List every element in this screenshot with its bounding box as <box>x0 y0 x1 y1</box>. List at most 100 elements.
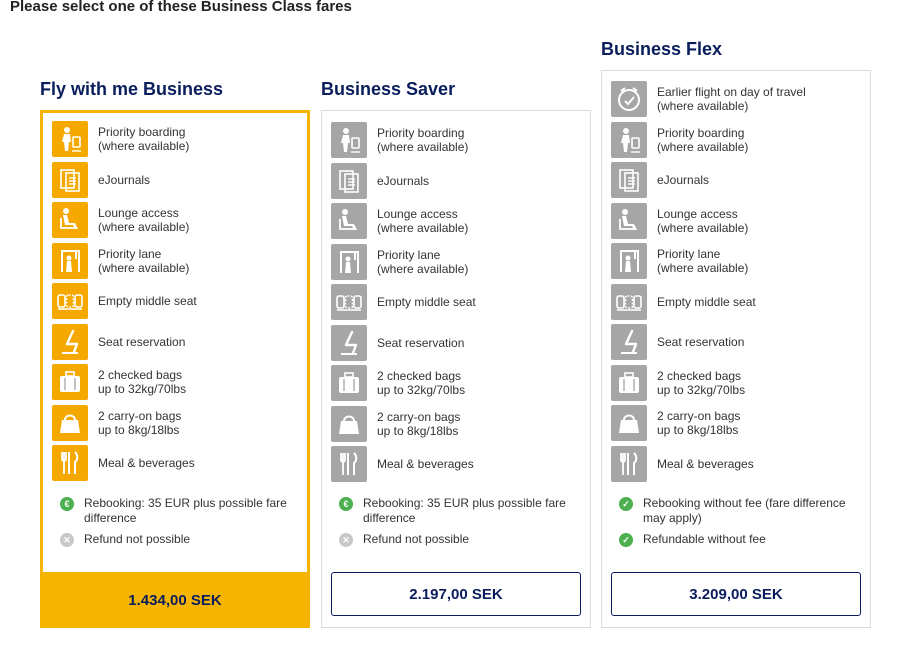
feature-label-line1: Empty middle seat <box>377 295 476 309</box>
feature-label: Seat reservation <box>657 335 744 349</box>
feature-label-line2: (where available) <box>377 221 469 235</box>
price-button-selected[interactable]: 1.434,00 SEK <box>40 572 310 628</box>
cross-icon: ✕ <box>339 533 353 547</box>
feature-label-line1: Meal & beverages <box>657 456 754 471</box>
feature-item: Meal & beverages <box>331 445 591 483</box>
empty-middle-seat-icon <box>611 283 647 320</box>
feature-item: eJournals <box>611 161 871 199</box>
empty-middle-seat-icon <box>331 284 367 320</box>
feature-label-line2: up to 32kg/70lbs <box>657 382 746 397</box>
carry-on-bags-icon <box>52 404 88 441</box>
fare-box[interactable]: Priority boarding (where available) eJourn… <box>40 110 310 572</box>
feature-item: 2 carry-on bags up to 8kg/18lbs <box>52 404 312 442</box>
check-icon: ✓ <box>619 497 633 511</box>
feature-label: Priority lane (where available) <box>377 248 468 276</box>
checked-bags-icon <box>52 364 88 400</box>
condition-item: € Rebooking: 35 EUR plus possible fare di… <box>339 496 589 526</box>
feature-label-line2: (where available) <box>657 261 749 275</box>
feature-label: 2 checked bags up to 32kg/70lbs <box>377 369 465 397</box>
feature-label-line1: Lounge access <box>657 206 738 221</box>
feature-label-line1: Seat reservation <box>98 334 186 349</box>
check-icon: ✓ <box>619 533 633 547</box>
feature-label: 2 carry-on bags up to 8kg/18lbs <box>657 409 740 437</box>
fare-box[interactable]: Priority boarding (where available) eJourn… <box>321 110 591 628</box>
priority-boarding-icon <box>611 121 647 158</box>
feature-label: eJournals <box>377 174 429 188</box>
feature-item: eJournals <box>52 161 312 199</box>
feature-label-line1: Priority lane <box>98 246 162 261</box>
priority-boarding-icon <box>52 121 88 157</box>
lounge-access-icon <box>331 203 367 239</box>
feature-label-line1: Meal & beverages <box>98 456 195 470</box>
feature-label-line2: up to 8kg/18lbs <box>98 422 180 437</box>
feature-label: Lounge access (where available) <box>657 207 748 235</box>
feature-label-line1: Empty middle seat <box>657 294 756 309</box>
feature-item: 2 checked bags up to 32kg/70lbs <box>52 363 312 401</box>
condition-label: Rebooking: 35 EUR plus possible fare dif… <box>363 496 566 525</box>
feature-label-line1: 2 carry-on bags <box>98 408 182 423</box>
ejournals-icon <box>611 162 647 198</box>
feature-label: Lounge access (where available) <box>377 207 468 235</box>
feature-item: Empty middle seat <box>331 283 591 321</box>
feature-item: Meal & beverages <box>611 445 871 483</box>
feature-item: 2 carry-on bags up to 8kg/18lbs <box>331 405 591 443</box>
condition-label: Rebooking: 35 EUR plus possible fare dif… <box>84 496 287 525</box>
feature-label-line2: (where available) <box>98 260 190 275</box>
cross-icon: ✕ <box>60 533 74 547</box>
checked-bags-icon <box>611 364 647 401</box>
condition-item: ✓ Refundable without fee <box>619 532 869 547</box>
condition-label: Rebooking without fee (fare difference m… <box>643 496 846 525</box>
feature-item: Seat reservation <box>52 323 312 361</box>
feature-label-line2: (where available) <box>98 139 190 153</box>
feature-label-line2: (where available) <box>98 220 190 234</box>
feature-label: eJournals <box>657 173 709 187</box>
feature-label: Empty middle seat <box>377 295 476 309</box>
feature-item: Priority boarding (where available) <box>52 120 312 158</box>
fare-box[interactable]: Earlier flight on day of travel (where av… <box>601 70 871 628</box>
condition-item: ✕ Refund not possible <box>60 532 310 547</box>
feature-label-line1: Seat reservation <box>657 335 745 349</box>
feature-item: Meal & beverages <box>52 444 312 482</box>
priority-lane-icon <box>331 243 367 280</box>
meal-icon <box>611 445 647 482</box>
feature-label-line1: 2 carry-on bags <box>657 409 741 423</box>
feature-item: Seat reservation <box>611 323 871 361</box>
feature-label-line2: up to 32kg/70lbs <box>98 382 187 396</box>
fare-title: Fly with me Business <box>40 79 224 99</box>
feature-item: Priority lane (where available) <box>611 242 871 280</box>
feature-label: Empty middle seat <box>657 295 756 309</box>
condition-label: Refundable without fee <box>643 532 766 546</box>
condition-item: ✕ Refund not possible <box>339 532 589 547</box>
feature-label: Earlier flight on day of travel (where av… <box>657 85 806 113</box>
fare-title: Business Flex <box>601 39 723 59</box>
condition-label: Refund not possible <box>363 532 470 546</box>
feature-label-line1: Lounge access <box>98 206 179 220</box>
ejournals-icon <box>52 161 88 198</box>
feature-item: eJournals <box>331 162 591 200</box>
price-button[interactable]: 2.197,00 SEK <box>331 572 581 616</box>
lounge-access-icon <box>611 202 647 239</box>
feature-item: Lounge access (where available) <box>331 202 591 240</box>
condition-label: Refund not possible <box>84 532 191 546</box>
seat-reservation-icon <box>611 324 647 360</box>
feature-label: Meal & beverages <box>377 457 474 471</box>
euro-icon: € <box>339 497 353 511</box>
feature-label-line2: (where available) <box>377 140 469 154</box>
condition-item: € Rebooking: 35 EUR plus possible fare di… <box>60 496 310 526</box>
feature-label-line1: Priority boarding <box>657 125 745 140</box>
feature-label-line1: 2 checked bags <box>98 368 183 382</box>
seat-reservation-icon <box>52 323 88 360</box>
feature-label: Priority boarding (where available) <box>377 126 468 154</box>
feature-label-line2: up to 8kg/18lbs <box>657 423 739 437</box>
feature-label: Priority lane (where available) <box>98 247 189 275</box>
feature-label-line1: Empty middle seat <box>98 294 197 308</box>
feature-label-line1: Priority lane <box>657 247 721 261</box>
price-button[interactable]: 3.209,00 SEK <box>611 572 861 616</box>
carry-on-bags-icon <box>331 405 367 442</box>
feature-label: Meal & beverages <box>657 457 754 471</box>
feature-item: 2 checked bags up to 32kg/70lbs <box>611 364 871 402</box>
feature-label-line1: 2 checked bags <box>657 368 742 383</box>
feature-label-line1: eJournals <box>98 172 151 187</box>
feature-label-line1: Lounge access <box>377 207 458 221</box>
feature-label: Priority lane (where available) <box>657 247 748 275</box>
